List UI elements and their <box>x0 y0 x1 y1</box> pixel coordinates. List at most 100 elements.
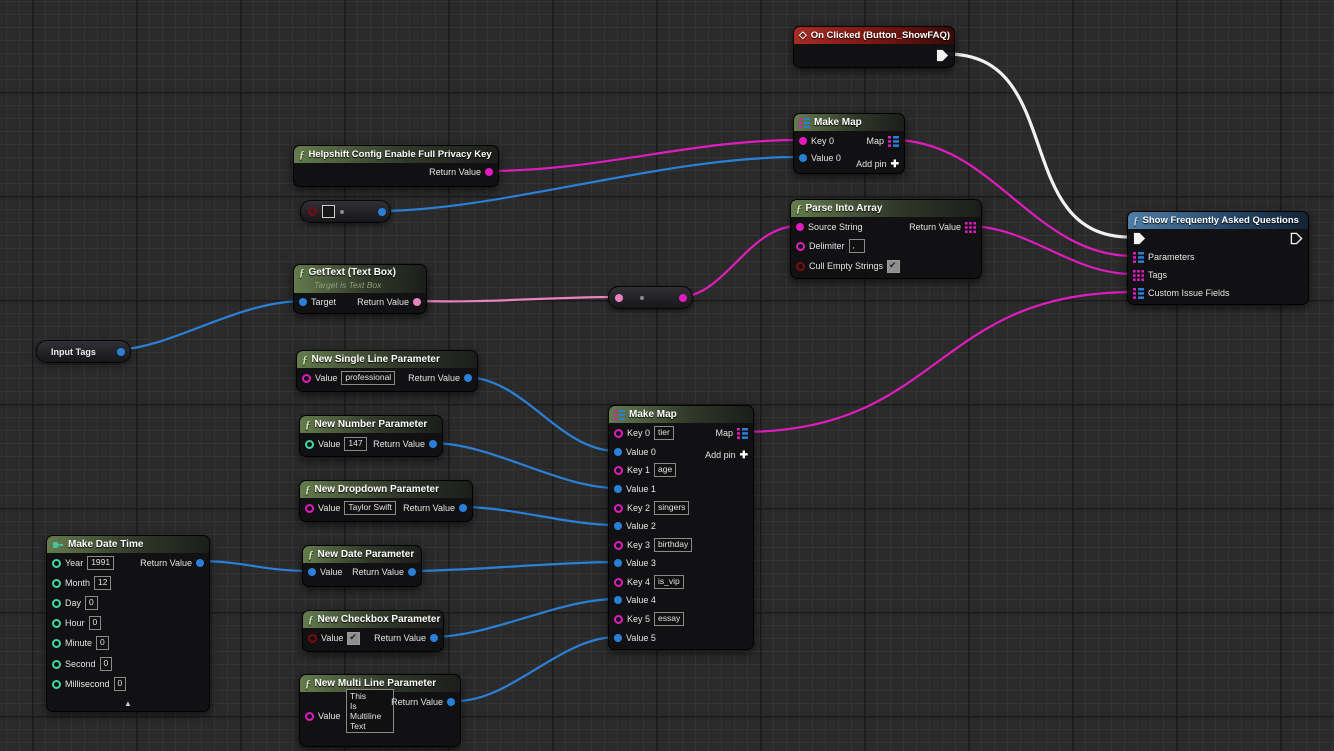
map-pin[interactable] <box>737 428 748 439</box>
out-pin[interactable] <box>378 208 386 216</box>
value-pin[interactable] <box>614 448 622 456</box>
node-header[interactable]: Make Date Time <box>47 536 209 553</box>
value-pin[interactable] <box>308 634 317 643</box>
node-number-parameter[interactable]: ƒ New Number Parameter Value 147 Return … <box>299 415 443 457</box>
return-value-pin[interactable] <box>447 698 455 706</box>
second-pin[interactable] <box>52 660 61 669</box>
value0-pin[interactable] <box>799 154 807 162</box>
collapse-arrow-icon[interactable]: ▲ <box>124 699 132 708</box>
day-pin[interactable] <box>52 599 61 608</box>
delimiter-pin[interactable] <box>796 242 805 251</box>
node-make-map-center[interactable]: Make Map Map Add pin ✚ Key 0 tier Value … <box>608 405 754 650</box>
cull-checkbox[interactable] <box>887 260 900 273</box>
key-field[interactable]: singers <box>654 501 689 515</box>
node-header[interactable]: ƒ New Checkbox Parameter <box>303 611 443 628</box>
node-header[interactable]: ƒ New Date Parameter <box>303 546 421 563</box>
year-pin[interactable] <box>52 559 61 568</box>
map-pin[interactable] <box>1133 252 1144 263</box>
cull-pin[interactable] <box>796 262 805 271</box>
string-out-pin[interactable] <box>679 294 687 302</box>
return-value-pin[interactable] <box>430 634 438 642</box>
node-make-map-top[interactable]: Make Map Key 0 Value 0 Map Add pin ✚ <box>793 113 905 174</box>
value-pin[interactable] <box>305 440 314 449</box>
node-single-line-parameter[interactable]: ƒ New Single Line Parameter Value profes… <box>296 350 478 392</box>
node-header[interactable]: Make Map <box>794 114 904 131</box>
node-on-clicked[interactable]: ◇ On Clicked (Button_ShowFAQ) <box>793 26 955 68</box>
key-pin[interactable] <box>614 541 623 550</box>
value-pin[interactable] <box>305 504 314 513</box>
node-gettext[interactable]: ƒ GetText (Text Box) Target is Text Box … <box>293 264 427 314</box>
key-pin[interactable] <box>614 578 623 587</box>
hour-field[interactable]: 0 <box>89 616 102 630</box>
node-header[interactable]: ƒ Parse Into Array <box>791 200 981 217</box>
millisecond-field[interactable]: 0 <box>114 677 127 691</box>
blueprint-canvas[interactable]: ◇ On Clicked (Button_ShowFAQ) Make Map K… <box>0 0 1334 751</box>
key-field[interactable]: age <box>654 463 676 477</box>
node-make-date-time[interactable]: Make Date Time Year 1991 Return Value Mo… <box>46 535 210 712</box>
value-pin[interactable] <box>614 485 622 493</box>
return-value-pin[interactable] <box>485 168 493 176</box>
key-field[interactable]: essay <box>654 612 684 626</box>
text-in-pin[interactable] <box>615 294 623 302</box>
value-multiline-field[interactable]: This Is Multiline Text <box>346 689 394 733</box>
node-header[interactable]: ƒ New Single Line Parameter <box>297 351 477 368</box>
key-field[interactable]: tier <box>654 426 674 440</box>
key-pin[interactable] <box>614 429 623 438</box>
bool-checkbox[interactable] <box>322 205 335 218</box>
map-pin[interactable] <box>1133 288 1144 299</box>
node-show-faq[interactable]: ƒ Show Frequently Asked Questions Parame… <box>1127 211 1309 305</box>
value-field[interactable]: professional <box>341 371 395 385</box>
return-value-pin[interactable] <box>429 440 437 448</box>
exec-out-pin[interactable] <box>936 49 949 62</box>
node-helpshift-config[interactable]: ƒ Helpshift Config Enable Full Privacy K… <box>293 145 499 187</box>
node-input-tags-variable[interactable]: Input Tags <box>36 340 131 363</box>
add-pin-row[interactable]: Add pin ✚ <box>705 448 748 462</box>
value-pin[interactable] <box>302 374 311 383</box>
target-pin[interactable] <box>299 298 307 306</box>
value-pin[interactable] <box>614 559 622 567</box>
source-string-pin[interactable] <box>796 223 804 231</box>
year-field[interactable]: 1991 <box>87 556 114 570</box>
node-checkbox-parameter[interactable]: ƒ New Checkbox Parameter Value Return Va… <box>302 610 444 652</box>
key-pin[interactable] <box>614 504 623 513</box>
node-header[interactable]: ƒ Helpshift Config Enable Full Privacy K… <box>294 146 498 163</box>
key-pin[interactable] <box>614 466 623 475</box>
string-array-pin[interactable] <box>965 222 976 233</box>
key-field[interactable]: is_vip <box>654 575 684 589</box>
node-multi-line-parameter[interactable]: ƒ New Multi Line Parameter Value This Is… <box>299 674 461 747</box>
node-date-parameter[interactable]: ƒ New Date Parameter Value Return Value <box>302 545 422 587</box>
return-value-pin[interactable] <box>459 504 467 512</box>
value-pin[interactable] <box>614 596 622 604</box>
delimiter-field[interactable]: , <box>849 239 865 253</box>
value-pin[interactable] <box>614 522 622 530</box>
string-array-pin[interactable] <box>1133 270 1144 281</box>
node-header[interactable]: ƒ New Number Parameter <box>300 416 442 433</box>
key-field[interactable]: birthday <box>654 538 692 552</box>
return-value-pin[interactable] <box>413 298 421 306</box>
node-parse-into-array[interactable]: ƒ Parse Into Array Source String Delimit… <box>790 199 982 279</box>
exec-out-pin[interactable] <box>1290 232 1303 245</box>
value-pin[interactable] <box>614 634 622 642</box>
exec-in-pin[interactable] <box>1133 232 1146 245</box>
millisecond-pin[interactable] <box>52 680 61 689</box>
month-pin[interactable] <box>52 579 61 588</box>
day-field[interactable]: 0 <box>85 596 98 610</box>
month-field[interactable]: 12 <box>94 576 111 590</box>
node-header[interactable]: ƒ Show Frequently Asked Questions <box>1128 212 1308 229</box>
node-header[interactable]: Make Map <box>609 406 753 423</box>
minute-field[interactable]: 0 <box>96 636 109 650</box>
key-pin[interactable] <box>614 615 623 624</box>
hour-pin[interactable] <box>52 619 61 628</box>
second-field[interactable]: 0 <box>100 657 113 671</box>
value-checkbox[interactable] <box>347 632 360 645</box>
node-bool-literal[interactable] <box>300 200 391 223</box>
key0-pin[interactable] <box>799 137 807 145</box>
value-pin[interactable] <box>308 568 316 576</box>
map-pin[interactable] <box>888 136 899 147</box>
out-pin[interactable] <box>117 348 125 356</box>
add-pin-row[interactable]: Add pin ✚ <box>856 157 899 171</box>
value-field[interactable]: 147 <box>344 437 366 451</box>
return-value-pin[interactable] <box>196 559 204 567</box>
minute-pin[interactable] <box>52 639 61 648</box>
return-value-pin[interactable] <box>408 568 416 576</box>
